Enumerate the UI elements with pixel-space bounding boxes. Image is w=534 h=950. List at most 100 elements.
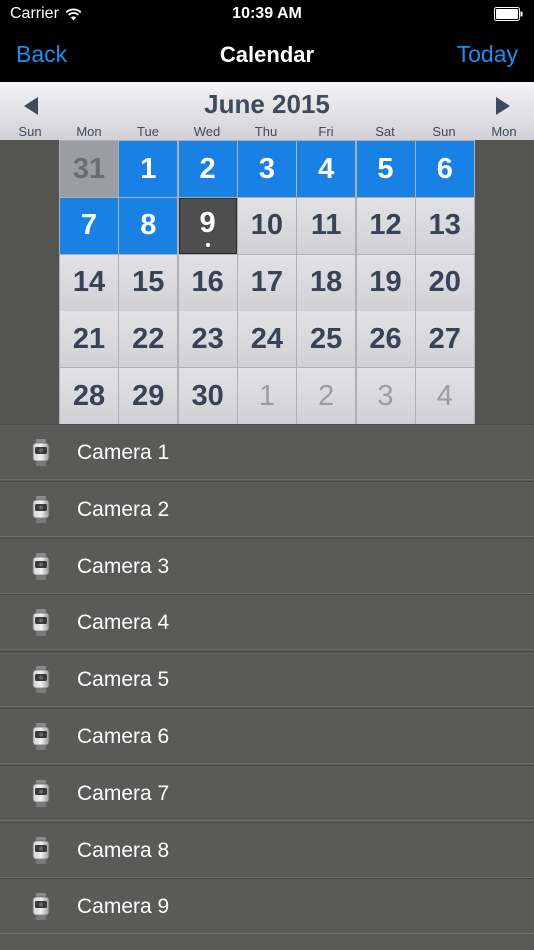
day-number: 17 xyxy=(250,266,284,299)
weekday-label: Mon xyxy=(76,124,102,139)
day-cell[interactable]: 21 xyxy=(60,311,118,368)
day-cell[interactable]: 10 xyxy=(237,197,296,254)
calendar-grid: 31 1 2 3 4 5 6 7 8 9 10 11 12 13 14 15 16 17 18 19 20 21 22 23 2… xyxy=(59,140,475,425)
day-number: 3 xyxy=(258,152,275,185)
weekday-label: Mon xyxy=(491,124,517,139)
day-number: 16 xyxy=(191,266,224,299)
day-cell[interactable]: 11 xyxy=(297,197,356,254)
weekday-label: Tue xyxy=(137,124,159,139)
day-number: 2 xyxy=(199,152,216,185)
camera-row[interactable]: Camera 7 xyxy=(0,764,534,821)
day-cell[interactable]: 4 xyxy=(297,141,356,197)
day-cell[interactable]: 12 xyxy=(356,197,415,254)
camera-icon xyxy=(28,723,54,751)
calendar-header: June 2015 Sun Mon Tue Wed Thu Fri Sat Sun Mon xyxy=(0,82,534,141)
camera-label: Camera 5 xyxy=(77,668,170,692)
camera-icon xyxy=(28,552,54,581)
camera-label: Camera 9 xyxy=(77,895,170,919)
day-cell[interactable]: 30 xyxy=(178,368,237,425)
day-number: 30 xyxy=(191,379,224,412)
day-cell[interactable]: 15 xyxy=(119,254,178,311)
day-number: 31 xyxy=(72,152,106,185)
day-number: 23 xyxy=(191,322,224,355)
day-cell[interactable]: 24 xyxy=(237,311,296,368)
day-cell[interactable]: 17 xyxy=(237,254,296,311)
day-number: 4 xyxy=(318,152,335,185)
day-cell[interactable]: 3 xyxy=(237,141,296,197)
weekday-label: Thu xyxy=(254,124,278,139)
day-cell[interactable]: 5 xyxy=(356,141,415,197)
day-number: 10 xyxy=(250,209,284,242)
camera-row[interactable]: Camera 1 xyxy=(0,424,534,480)
day-cell[interactable]: 29 xyxy=(119,368,178,425)
weekday-label: Sun xyxy=(432,124,456,139)
weekday-label: Sat xyxy=(375,124,395,139)
day-cell[interactable]: 6 xyxy=(415,141,474,197)
day-cell[interactable]: 23 xyxy=(178,311,237,368)
camera-icon xyxy=(28,495,54,524)
camera-icon xyxy=(28,666,54,694)
day-cell[interactable]: 1 xyxy=(237,368,296,425)
day-number: 21 xyxy=(72,322,106,355)
day-cell[interactable]: 4 xyxy=(415,368,474,425)
day-number: 8 xyxy=(140,209,157,242)
day-number: 1 xyxy=(140,152,157,185)
day-cell[interactable]: 26 xyxy=(356,311,415,368)
day-cell[interactable]: 2 xyxy=(178,141,237,197)
day-cell[interactable]: 25 xyxy=(297,311,356,368)
day-cell[interactable]: 14 xyxy=(60,254,118,311)
day-number: 1 xyxy=(258,379,275,412)
day-number: 4 xyxy=(436,379,453,412)
day-cell[interactable]: 19 xyxy=(356,254,415,311)
camera-icon xyxy=(28,893,54,921)
camera-row[interactable]: Camera 3 xyxy=(0,537,534,594)
day-number: 27 xyxy=(428,322,461,355)
day-cell[interactable]: 22 xyxy=(119,311,178,368)
right-arrow-icon[interactable] xyxy=(488,94,518,118)
camera-list: Camera 1 Camera 2 Camera 3 Camera 4 Camera 5… xyxy=(0,424,534,950)
day-cell[interactable]: 31 xyxy=(60,141,118,197)
camera-row[interactable]: Camera 9 xyxy=(0,878,534,935)
day-cell[interactable]: 13 xyxy=(415,197,474,254)
camera-label: Camera 6 xyxy=(77,725,170,748)
day-number: 11 xyxy=(310,209,342,242)
camera-icon xyxy=(28,439,54,467)
day-cell[interactable]: 20 xyxy=(415,254,474,311)
day-number: 6 xyxy=(436,152,453,185)
day-number: 13 xyxy=(428,209,461,242)
weekday-label: Wed xyxy=(193,124,221,139)
camera-label: Camera 4 xyxy=(77,611,170,635)
day-cell[interactable]: 1 xyxy=(119,141,178,197)
status-time: 10:39 AM xyxy=(232,5,302,22)
navigation-bar: Back Calendar Today xyxy=(0,30,534,82)
camera-row[interactable]: Camera 2 xyxy=(0,480,534,537)
event-dot xyxy=(205,242,210,247)
camera-icon xyxy=(28,836,54,865)
back-button[interactable]: Back xyxy=(16,41,67,68)
day-cell[interactable]: 3 xyxy=(356,368,415,425)
day-cell[interactable]: 27 xyxy=(415,311,474,368)
camera-row[interactable]: Camera 5 xyxy=(0,651,534,708)
page-title: Calendar xyxy=(219,42,315,67)
day-cell[interactable]: 8 xyxy=(119,197,178,254)
day-cell[interactable]: 18 xyxy=(297,254,356,311)
day-cell[interactable]: 16 xyxy=(178,254,237,311)
camera-row[interactable]: Camera 6 xyxy=(0,708,534,764)
camera-label: Camera 1 xyxy=(77,441,170,464)
day-cell[interactable]: 28 xyxy=(60,368,118,425)
camera-row[interactable]: Camera 4 xyxy=(0,594,534,651)
today-button[interactable]: Today xyxy=(457,41,518,68)
weekday-label: Sun xyxy=(18,124,42,139)
camera-label: Camera 3 xyxy=(77,554,170,578)
day-number: 19 xyxy=(369,266,402,299)
camera-row[interactable]: Camera 8 xyxy=(0,821,534,878)
camera-icon xyxy=(28,779,54,808)
day-number: 9 xyxy=(199,207,216,240)
day-cell[interactable]: 2 xyxy=(297,368,356,425)
day-cell[interactable]: 7 xyxy=(60,197,118,254)
day-number: 12 xyxy=(369,209,402,242)
calendar-area: 31 1 2 3 4 5 6 7 8 9 10 11 12 13 14 15 16 17 18 19 20 21 22 23 2… xyxy=(0,140,534,425)
weekday-label: Fri xyxy=(318,124,334,139)
day-number: 24 xyxy=(250,322,284,355)
day-cell[interactable]: 9 xyxy=(178,197,237,254)
